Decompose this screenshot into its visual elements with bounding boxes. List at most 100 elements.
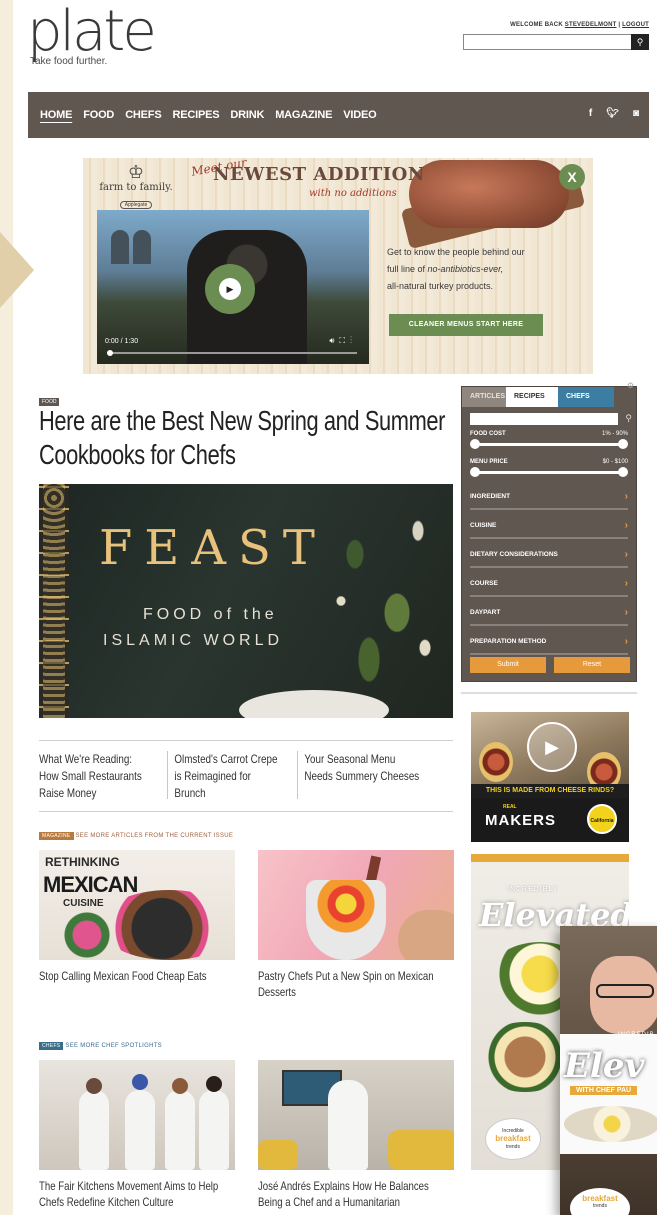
chefs-card-2[interactable]: José Andrés Explains How He Balances Bei… [258,1060,454,1210]
related-link-1[interactable]: What We're Reading: How Small Restaurant… [39,741,159,811]
filter-cuisine[interactable]: CUISINE › [470,510,628,539]
widget-search-input[interactable]: ⚲ [470,413,632,425]
submit-button[interactable]: Submit [470,657,546,673]
nav-home[interactable]: HOME [40,109,72,121]
site-logo[interactable]: plate Take food further. [27,4,157,68]
username-link[interactable]: STEVEDELMONT [565,22,617,28]
hero-flowers [313,484,453,718]
filter-label: CUISINE [470,522,497,529]
slider-handle-max[interactable] [618,467,628,477]
video-scrubber[interactable] [107,350,113,356]
filter-label: INGREDIENT [470,493,511,500]
tab-chefs[interactable]: CHEFS [558,387,614,407]
magazine-more-link[interactable]: SEE MORE ARTICLES FROM THE CURRENT ISSUE [75,833,233,839]
logo-bottom-text: trends [593,1203,607,1209]
ad-brand-name: farm to family. [99,182,173,193]
video-play-button[interactable]: ▶ [205,264,255,314]
breakfast-trends-logo: Incredible breakfast trends [485,1118,541,1160]
slider-track[interactable] [474,443,624,446]
filter-daypart[interactable]: DAYPART › [470,597,628,626]
filter-course[interactable]: COURSE › [470,568,628,597]
reset-button[interactable]: Reset [554,657,630,673]
silo-image [133,230,151,264]
slider-handle-min[interactable] [470,467,480,477]
ad-play-button[interactable]: ▶ [527,722,577,772]
filter-label: COURSE [470,580,498,587]
chevron-right-icon: › [624,520,628,531]
chevron-right-icon: › [624,491,628,502]
card-image[interactable] [258,850,454,960]
search-icon[interactable]: ⚲ [631,34,649,50]
card-caption[interactable]: Pastry Chefs Put a New Spin on Mexican D… [258,968,450,1000]
carousel-arrow[interactable] [0,232,34,308]
card-caption[interactable]: Stop Calling Mexican Food Cheap Eats [39,968,231,984]
magazine-tag[interactable]: MAGAZINE [39,832,74,840]
instagram-icon[interactable]: ◙ [633,108,639,119]
card-image[interactable] [258,1060,454,1170]
article-title[interactable]: Here are the Best New Spring and Summer … [39,404,460,472]
facebook-icon[interactable]: f [589,108,592,119]
ad-popup-elevated[interactable]: INCREDIB Elev WITH CHEF PAU breakfast tr… [560,926,657,1215]
hero-subtitle-1: FOOD of the [143,606,278,623]
nav-recipes[interactable]: RECIPES [172,109,219,121]
tab-recipes[interactable]: RECIPES [506,387,558,407]
tab-articles[interactable]: ARTICLES [462,387,506,407]
image-text-rethinking: RETHINKING [45,855,120,869]
chef-figure [199,1090,229,1170]
ad-real-makers[interactable]: ▶ THIS IS MADE FROM CHEESE RINDS? REAL M… [471,712,629,842]
breakfast-trends-logo: breakfast trends [570,1188,630,1215]
ad-cta-button[interactable]: CLEANER MENUS START HERE [389,314,543,336]
filter-ingredient[interactable]: INGREDIENT › [470,481,628,510]
ad-copy-line1: Get to know the people behind our [387,247,525,257]
related-link-2[interactable]: Olmsted's Carrot Crepe is Reimagined for… [166,751,287,800]
main-nav: HOME FOOD CHEFS RECIPES DRINK MAGAZINE V… [28,92,649,138]
filter-preparation[interactable]: PREPARATION METHOD › [470,626,628,655]
chevron-right-icon: › [624,578,628,589]
ad-makers-text: MAKERS [485,812,557,829]
card-image[interactable]: RETHINKING MEXICAN CUISINE [39,850,235,960]
nav-video[interactable]: VIDEO [343,109,376,121]
menu-price-slider[interactable]: MENU PRICE $0 - $100 [470,459,628,481]
video-progress-bar[interactable] [107,350,357,356]
nav-chefs[interactable]: CHEFS [125,109,161,121]
search-icon[interactable]: ⚲ [625,413,632,424]
ad-close-button[interactable]: X [559,164,585,190]
magazine-section-header: MAGAZINE SEE MORE ARTICLES FROM THE CURR… [39,832,233,840]
nav-food[interactable]: FOOD [83,109,114,121]
ad-with-chef-text: WITH CHEF PAU [570,1086,638,1095]
food-cost-slider[interactable]: FOOD COST 1% - 90% [470,431,628,453]
slider-track[interactable] [474,471,624,474]
card-image[interactable] [39,1060,235,1170]
chevron-right-icon: › [624,636,628,647]
ad-subhead: with no additions [309,188,397,199]
chefs-more-link[interactable]: SEE MORE CHEF SPOTLIGHTS [65,1043,162,1049]
site-search-input[interactable]: ⚲ [463,34,649,50]
chefs-tag[interactable]: CHEFS [39,1042,64,1050]
welcome-bar: WELCOME BACK STEVEDELMONT | LOGOUT [510,22,649,28]
related-link-3[interactable]: Your Seasonal Menu Needs Summery Cheeses [297,751,425,799]
card-caption[interactable]: The Fair Kitchens Movement Aims to Help … [39,1178,231,1210]
logout-link[interactable]: LOGOUT [622,22,649,28]
slider-handle-max[interactable] [618,439,628,449]
hero-pattern-dots [43,484,65,718]
ad-elevated-text: Elev [564,1046,645,1086]
chefs-card-1[interactable]: The Fair Kitchens Movement Aims to Help … [39,1060,235,1210]
video-controls[interactable]: 🔊︎⛶⋮ [329,336,357,346]
logo-bottom-text: trends [506,1144,520,1150]
magazine-card-1[interactable]: RETHINKING MEXICAN CUISINE Stop Calling … [39,850,235,984]
ad-video-player[interactable]: ▶ 0:00 / 1:30 🔊︎⛶⋮ [97,210,369,364]
gear-icon[interactable]: ⚙ [627,381,634,390]
filter-dietary[interactable]: DIETARY CONSIDERATIONS › [470,539,628,568]
chef-figure [328,1080,368,1170]
widget-buttons: Submit Reset [470,657,630,673]
twitter-icon[interactable]: 🐦︎ [606,108,619,119]
magazine-card-2[interactable]: Pastry Chefs Put a New Spin on Mexican D… [258,850,454,1000]
article-hero-image[interactable]: FEAST FOOD of the ISLAMIC WORLD [39,484,453,718]
banner-ad-turkey[interactable]: ♔ farm to family. Applegate Meet our NEW… [83,158,593,374]
card-caption[interactable]: José Andrés Explains How He Balances Bei… [258,1178,450,1210]
nav-drink[interactable]: DRINK [230,109,264,121]
ad-real-text: REAL [503,804,517,810]
slider-handle-min[interactable] [470,439,480,449]
nav-magazine[interactable]: MAGAZINE [275,109,332,121]
filter-label: DAYPART [470,609,501,616]
